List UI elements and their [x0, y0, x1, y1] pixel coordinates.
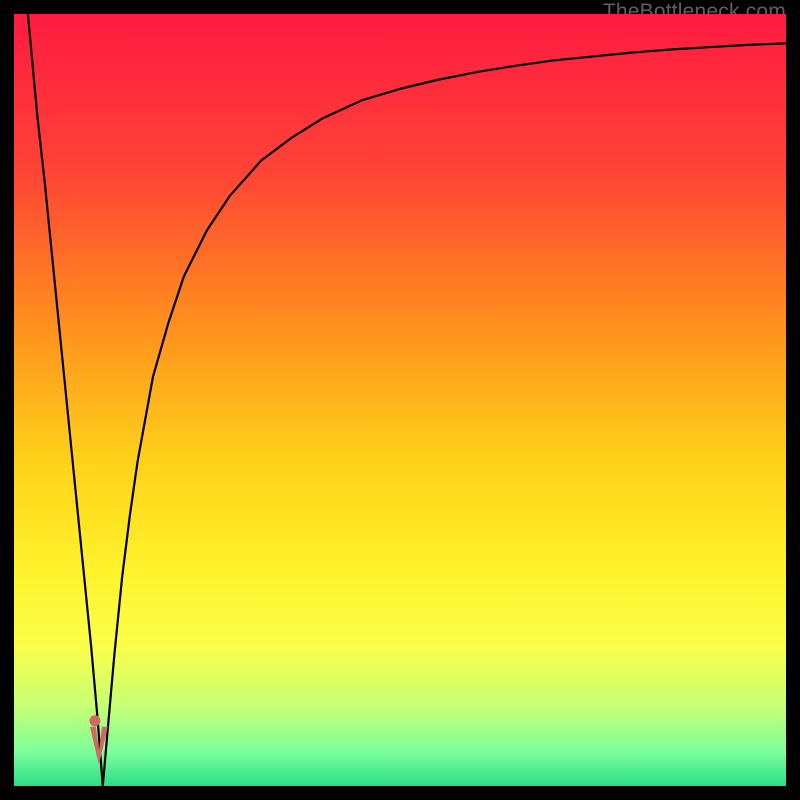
- plot-area: [14, 14, 786, 786]
- chart-frame: TheBottleneck.com: [0, 0, 800, 800]
- gradient-background: [14, 14, 786, 786]
- chart-svg: [14, 14, 786, 786]
